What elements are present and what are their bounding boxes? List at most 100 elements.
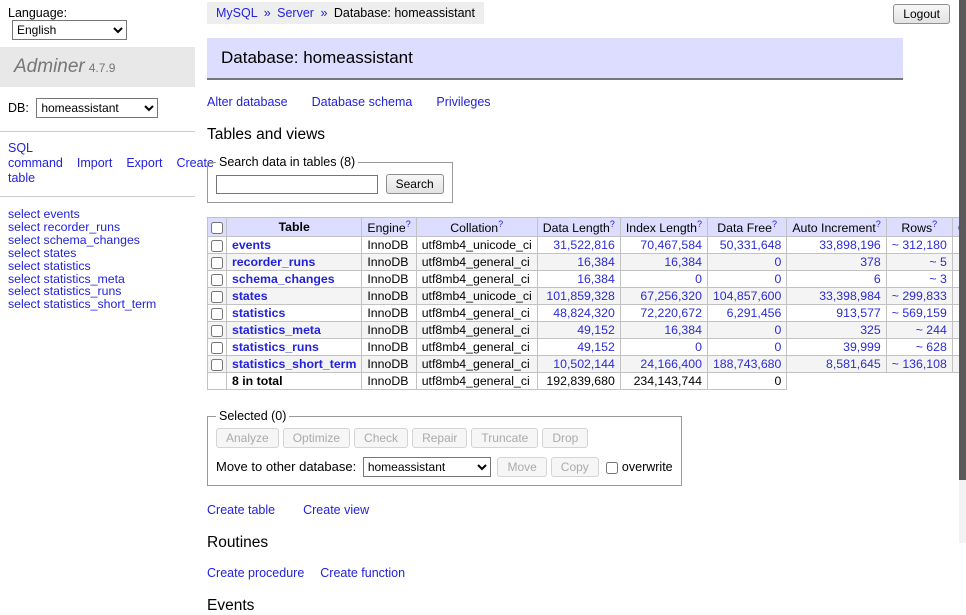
row-checkbox[interactable] <box>211 257 223 269</box>
auto-increment-link[interactable]: 33,898,196 <box>819 238 881 252</box>
help-link[interactable]: ? <box>876 219 881 229</box>
scrollbar-thumb[interactable] <box>959 0 966 480</box>
index-length-link[interactable]: 16,384 <box>664 255 702 269</box>
row-checkbox[interactable] <box>211 308 223 320</box>
data-length-link[interactable]: 101,859,328 <box>546 289 614 303</box>
import-link[interactable]: Import <box>77 156 112 170</box>
data-length-link[interactable]: 16,384 <box>577 255 615 269</box>
logout-button[interactable]: Logout <box>893 4 950 24</box>
row-checkbox[interactable] <box>211 342 223 354</box>
data-length-link[interactable]: 16,384 <box>577 272 615 286</box>
table-link-statistics[interactable]: statistics <box>232 306 285 320</box>
drop-button[interactable]: Drop <box>542 428 588 448</box>
create-procedure-link[interactable]: Create procedure <box>207 566 304 580</box>
data-free-link[interactable]: 6,291,456 <box>727 306 782 320</box>
scrollbar[interactable] <box>959 0 966 543</box>
breadcrumb-mysql-link[interactable]: MySQL <box>216 6 257 20</box>
index-length-link[interactable]: 16,384 <box>664 323 702 337</box>
sidebar-select-recorder_runs[interactable]: select recorder_runs <box>8 221 187 234</box>
table-link-events[interactable]: events <box>232 238 271 252</box>
table-link-statistics_meta[interactable]: statistics_meta <box>232 323 321 337</box>
select-all-checkbox[interactable] <box>211 222 223 234</box>
row-checkbox[interactable] <box>211 240 223 252</box>
help-link[interactable]: ? <box>610 219 615 229</box>
row-checkbox[interactable] <box>211 274 223 286</box>
sidebar-select-statistics_short_term[interactable]: select statistics_short_term <box>8 298 187 311</box>
sidebar-select-statistics[interactable]: select statistics <box>8 260 187 273</box>
sidebar-select-states[interactable]: select states <box>8 247 187 260</box>
help-link[interactable]: ? <box>697 219 702 229</box>
create-table-link[interactable]: Create table <box>207 503 275 517</box>
db-select[interactable]: homeassistant <box>36 98 158 118</box>
sql-command-link[interactable]: SQL command <box>8 141 63 170</box>
rows-link[interactable]: ~ 136,108 <box>892 357 947 371</box>
rows-link[interactable]: ~ 299,833 <box>892 289 947 303</box>
auto-increment-link[interactable]: 378 <box>860 255 881 269</box>
data-free-link[interactable]: 50,331,648 <box>720 238 782 252</box>
search-button[interactable]: Search <box>386 174 444 194</box>
alter-database-link[interactable]: Alter database <box>207 95 288 109</box>
rows-link[interactable]: ~ 628 <box>916 340 947 354</box>
auto-increment-link[interactable]: 325 <box>860 323 881 337</box>
breadcrumb-server-link[interactable]: Server <box>277 6 314 20</box>
data-free-link[interactable]: 0 <box>775 255 782 269</box>
index-length-link[interactable]: 0 <box>695 340 702 354</box>
table-link-statistics_short_term[interactable]: statistics_short_term <box>232 357 356 371</box>
move-db-select[interactable]: homeassistant <box>363 457 491 477</box>
help-link[interactable]: ? <box>406 219 411 229</box>
optimize-button[interactable]: Optimize <box>283 428 350 448</box>
table-link-statistics_runs[interactable]: statistics_runs <box>232 340 319 354</box>
index-length-link[interactable]: 72,220,672 <box>640 306 702 320</box>
truncate-button[interactable]: Truncate <box>471 428 538 448</box>
sidebar-select-schema_changes[interactable]: select schema_changes <box>8 234 187 247</box>
data-free-link[interactable]: 0 <box>775 323 782 337</box>
move-button[interactable]: Move <box>497 457 546 477</box>
repair-button[interactable]: Repair <box>412 428 467 448</box>
auto-increment-link[interactable]: 33,398,984 <box>819 289 881 303</box>
table-link-states[interactable]: states <box>232 289 268 303</box>
index-length-link[interactable]: 0 <box>695 272 702 286</box>
index-length-link[interactable]: 24,166,400 <box>640 357 702 371</box>
data-free-link[interactable]: 0 <box>775 340 782 354</box>
table-link-recorder_runs[interactable]: recorder_runs <box>232 255 315 269</box>
data-free-link[interactable]: 0 <box>775 272 782 286</box>
data-length-link[interactable]: 31,522,816 <box>553 238 615 252</box>
help-link[interactable]: ? <box>498 219 503 229</box>
help-link[interactable]: ? <box>932 219 937 229</box>
auto-increment-link[interactable]: 6 <box>874 272 881 286</box>
row-checkbox[interactable] <box>211 359 223 371</box>
sidebar-select-events[interactable]: select events <box>8 208 187 221</box>
table-link-schema_changes[interactable]: schema_changes <box>232 272 335 286</box>
language-select[interactable]: English <box>12 20 127 40</box>
data-free-link[interactable]: 104,857,600 <box>713 289 781 303</box>
help-link[interactable]: ? <box>772 219 777 229</box>
rows-link[interactable]: ~ 3 <box>929 272 946 286</box>
auto-increment-link[interactable]: 8,581,645 <box>826 357 881 371</box>
data-free-link[interactable]: 188,743,680 <box>713 357 781 371</box>
rows-link[interactable]: ~ 5 <box>929 255 946 269</box>
copy-button[interactable]: Copy <box>551 457 599 477</box>
overwrite-checkbox[interactable] <box>606 462 618 474</box>
search-input[interactable] <box>216 175 378 194</box>
overwrite-option[interactable]: overwrite <box>606 460 672 474</box>
auto-increment-link[interactable]: 39,999 <box>843 340 881 354</box>
data-length-link[interactable]: 48,824,320 <box>553 306 615 320</box>
privileges-link[interactable]: Privileges <box>436 95 490 109</box>
index-length-link[interactable]: 67,256,320 <box>640 289 702 303</box>
database-schema-link[interactable]: Database schema <box>312 95 413 109</box>
export-link[interactable]: Export <box>126 156 162 170</box>
data-length-link[interactable]: 10,502,144 <box>553 357 615 371</box>
rows-link[interactable]: ~ 569,159 <box>892 306 947 320</box>
rows-link[interactable]: ~ 312,180 <box>892 238 947 252</box>
row-checkbox[interactable] <box>211 291 223 303</box>
check-button[interactable]: Check <box>354 428 408 448</box>
auto-increment-link[interactable]: 913,577 <box>836 306 880 320</box>
rows-link[interactable]: ~ 244 <box>916 323 947 337</box>
row-checkbox[interactable] <box>211 325 223 337</box>
create-view-link[interactable]: Create view <box>303 503 369 517</box>
create-function-link[interactable]: Create function <box>320 566 405 580</box>
index-length-link[interactable]: 70,467,584 <box>640 238 702 252</box>
data-length-link[interactable]: 49,152 <box>577 323 615 337</box>
analyze-button[interactable]: Analyze <box>216 428 279 448</box>
data-length-link[interactable]: 49,152 <box>577 340 615 354</box>
